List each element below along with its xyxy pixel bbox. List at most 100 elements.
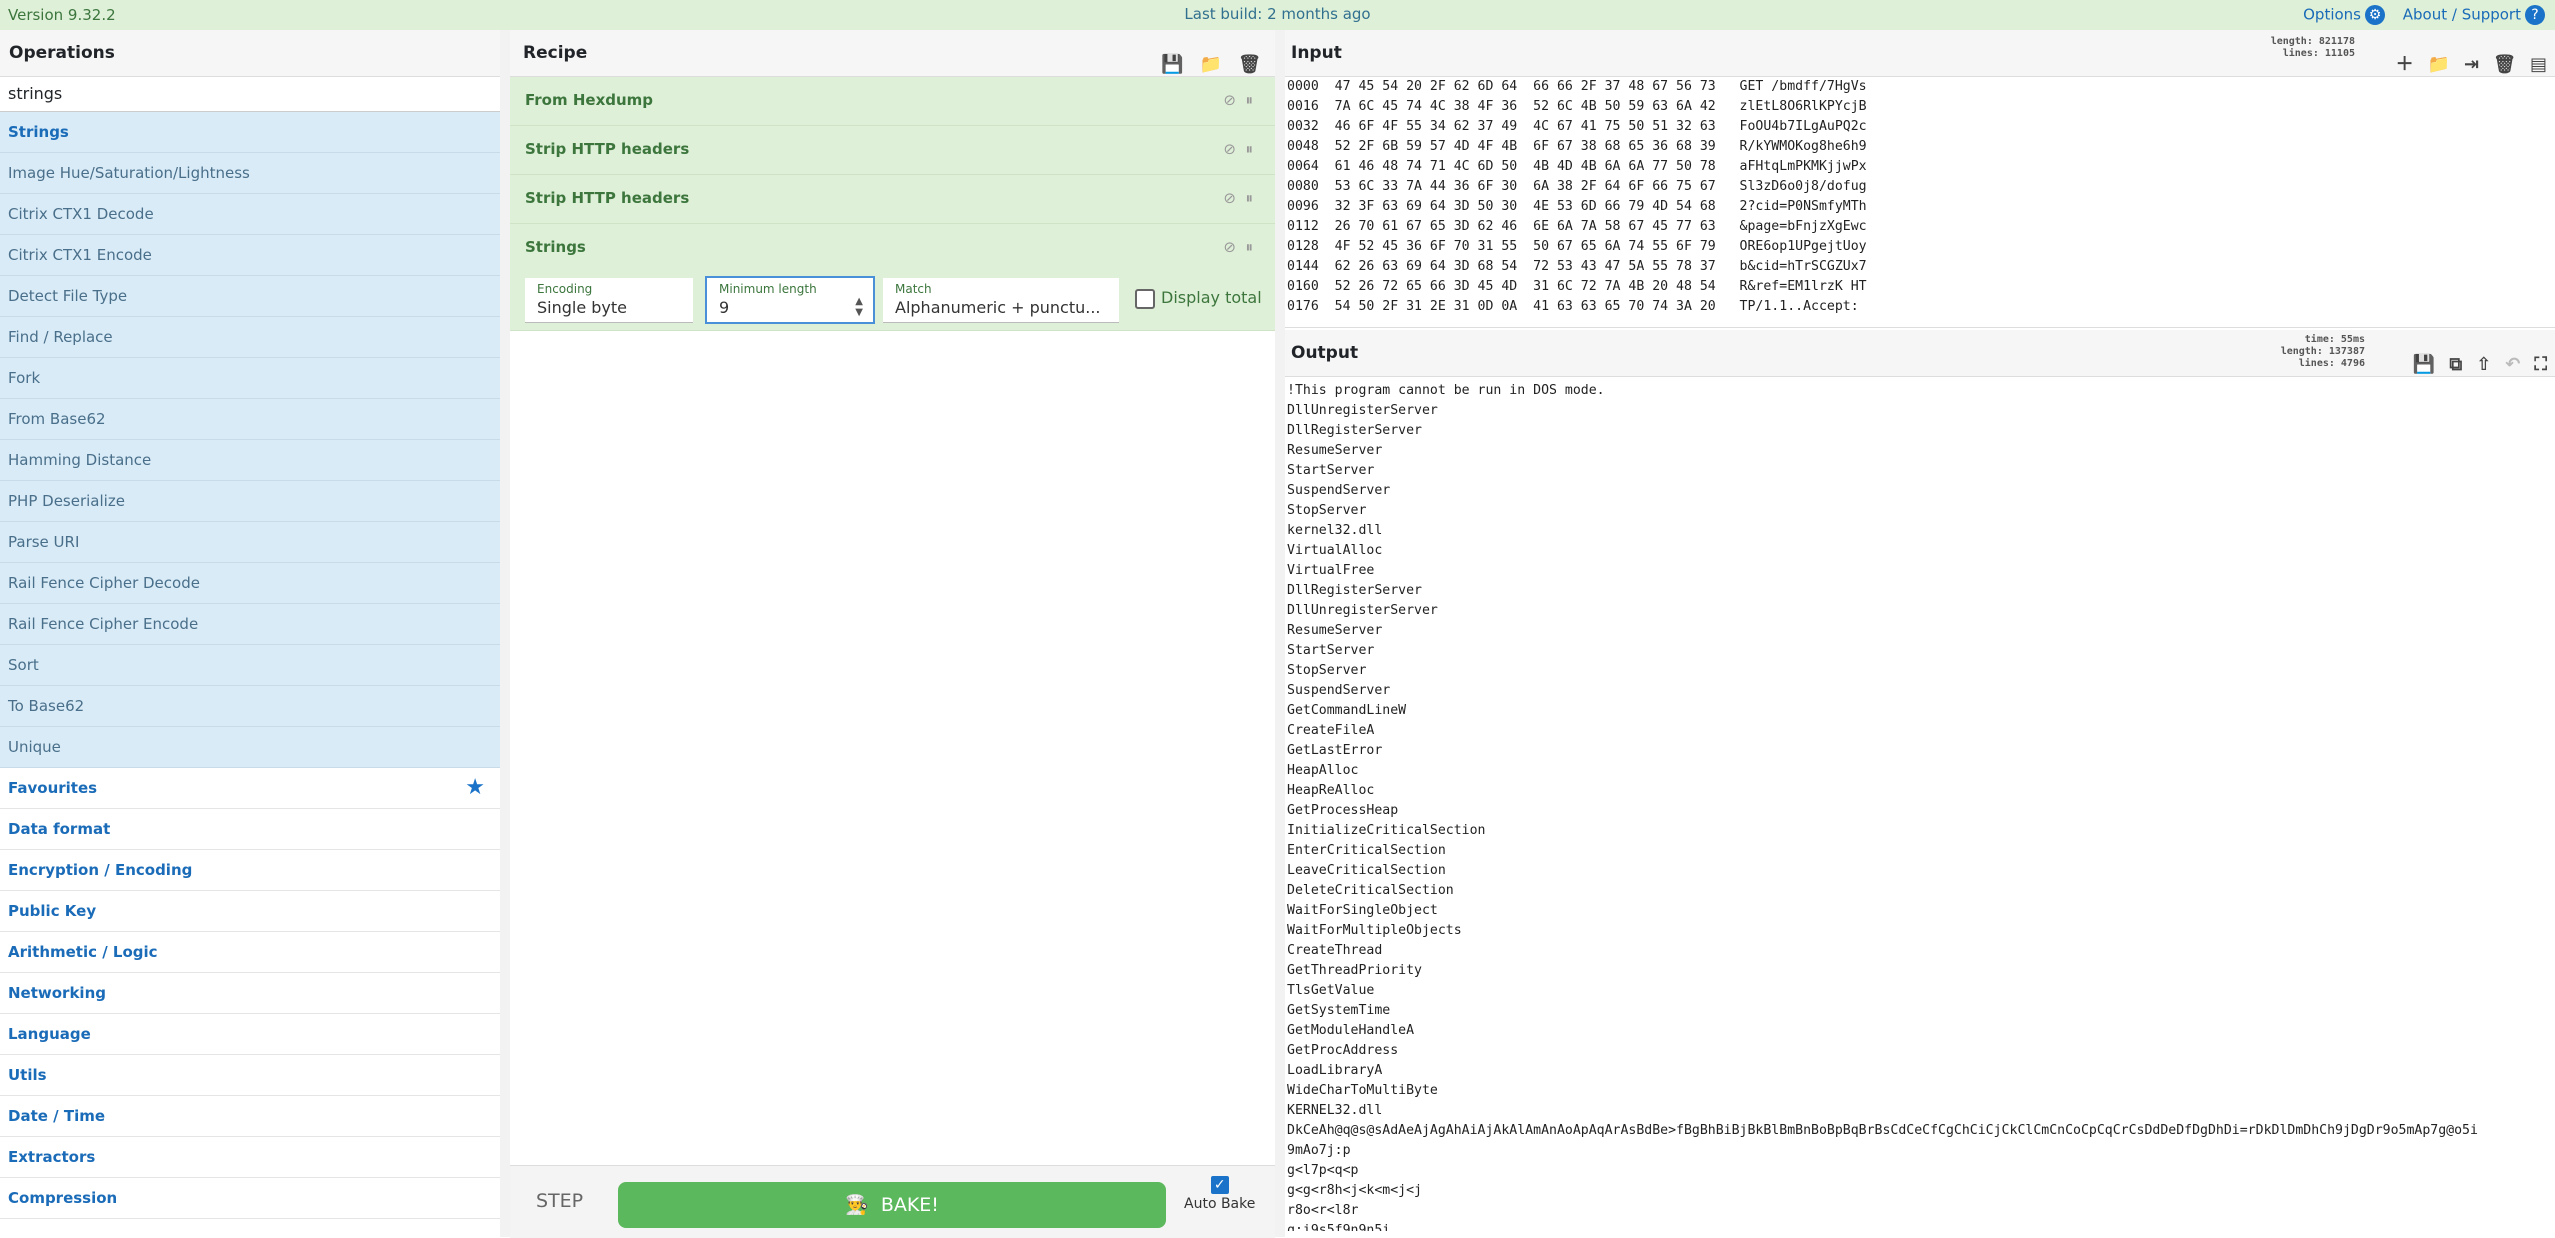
trash-icon[interactable]: 🗑 [1238,54,1261,75]
undo-icon[interactable]: ↶ [2505,354,2520,375]
bake-area: STEP 👨‍🍳 BAKE! ✓ Auto Bake [510,1165,1275,1238]
display-total-label: Display total [1161,288,1262,307]
step-button[interactable]: STEP [536,1190,583,1212]
help-icon: ? [2525,5,2545,25]
output-title: Output [1291,343,1359,363]
op-result[interactable]: Citrix CTX1 Decode [0,194,500,235]
gear-icon: ⚙ [2365,5,2385,25]
folder-icon[interactable]: 📁 [1200,54,1222,75]
bake-label: BAKE! [880,1194,939,1216]
op-result[interactable]: Sort [0,645,500,686]
about-label: About / Support [2402,5,2521,24]
op-result[interactable]: Citrix CTX1 Encode [0,235,500,276]
match-value: Alphanumeric + punctu... [895,298,1101,317]
auto-bake-label: Auto Bake [1184,1196,1256,1212]
output-meta: time: 55ms length: 137387 lines: 4796 [2281,334,2365,370]
category-item[interactable]: Encryption / Encoding [0,850,500,891]
category-item[interactable]: Extractors [0,1137,500,1178]
add-icon[interactable]: ＋ [2396,54,2414,75]
input-textarea[interactable]: 0000 47 45 54 20 2F 62 6D 64 66 66 2F 37… [1285,77,2555,328]
op-result[interactable]: Rail Fence Cipher Decode [0,563,500,604]
category-item[interactable]: Data format [0,809,500,850]
options-button[interactable]: Options ⚙ [2303,5,2385,25]
disable-pause-icons[interactable]: ⊘ ⏸ [1223,91,1253,109]
op-result-strings[interactable]: Strings [0,112,500,153]
category-item[interactable]: Public Key [0,891,500,932]
input-meta: length: 821178 lines: 11105 [2271,36,2355,60]
star-icon: ★ [465,775,485,800]
trash-icon[interactable]: 🗑 [2493,54,2516,75]
recipe-op-name: Strings [525,238,586,256]
recipe-op-strings[interactable]: Strings ⊘ ⏸ Encoding Single byte Minimum l… [510,224,1275,331]
op-result[interactable]: Find / Replace [0,317,500,358]
op-result[interactable]: Fork [0,358,500,399]
io-panel: Input length: 821178 lines: 11105 ＋ 📁 ⇥ 🗑 ▤ 0… [1285,30,2555,1237]
display-total-checkbox[interactable]: Display total [1135,288,1262,309]
category-favourites[interactable]: Favourites ★ [0,768,500,809]
category-item[interactable]: Compression [0,1178,500,1219]
output-text[interactable]: !This program cannot be run in DOS mode.… [1285,377,2555,1231]
op-result[interactable]: Unique [0,727,500,768]
op-result[interactable]: Detect File Type [0,276,500,317]
op-result[interactable]: From Base62 [0,399,500,440]
stepper-icon[interactable]: ▲ ▼ [855,296,863,318]
op-result[interactable]: Rail Fence Cipher Encode [0,604,500,645]
disable-pause-icons[interactable]: ⊘ ⏸ [1223,238,1253,256]
minlen-value: 9 [719,298,730,317]
recipe-op[interactable]: From Hexdump ⊘ ⏸ [510,77,1275,126]
about-support-button[interactable]: About / Support? [2403,5,2545,25]
match-select[interactable]: Match Alphanumeric + punctu... [883,278,1119,323]
minlen-label: Minimum length [719,282,817,296]
save-icon[interactable]: 💾 [1161,54,1183,75]
category-item[interactable]: Arithmetic / Logic [0,932,500,973]
op-result[interactable]: Hamming Distance [0,440,500,481]
op-result[interactable]: To Base62 [0,686,500,727]
recipe-title: Recipe 💾 📁 🗑 [510,30,1275,77]
last-build-label: Last build: 2 months ago [1184,5,1371,23]
category-item[interactable]: Date / Time [0,1096,500,1137]
replace-input-icon[interactable]: ⇧ [2476,354,2491,375]
operations-title: Operations [0,30,500,77]
copy-icon[interactable]: ⧉ [2449,354,2462,375]
encoding-label: Encoding [537,282,593,296]
recipe-op[interactable]: Strip HTTP headers ⊘ ⏸ [510,126,1275,175]
input-lines: lines: 11105 [2282,48,2355,59]
bake-button[interactable]: 👨‍🍳 BAKE! [618,1182,1166,1228]
match-label: Match [895,282,932,296]
op-result[interactable]: Parse URI [0,522,500,563]
save-icon[interactable]: 💾 [2413,354,2435,375]
input-title-bar: Input length: 821178 lines: 11105 ＋ 📁 ⇥ 🗑 ▤ [1285,30,2555,77]
input-title: Input [1291,43,1342,63]
input-length: length: 821178 [2270,36,2355,47]
output-title-bar: Output time: 55ms length: 137387 lines: 47… [1285,330,2555,377]
panel-splitter[interactable] [500,30,510,1237]
disable-pause-icons[interactable]: ⊘ ⏸ [1223,140,1253,158]
recipe-op-name: From Hexdump [525,91,654,109]
recipe-op-name: Strip HTTP headers [525,140,690,158]
checkbox-box [1135,288,1155,309]
chef-icon: 👨‍🍳 [845,1194,869,1216]
category-item[interactable]: Language [0,1014,500,1055]
check-icon: ✓ [1210,1176,1229,1194]
panel-splitter[interactable] [1275,30,1285,1237]
category-item[interactable]: Networking [0,973,500,1014]
options-label: Options [2303,5,2361,24]
minimum-length-input[interactable]: Minimum length 9 ▲ ▼ [705,276,875,324]
category-label: Favourites [8,779,98,797]
maximise-icon[interactable]: ⛶ [2534,354,2547,375]
op-result[interactable]: PHP Deserialize [0,481,500,522]
operations-search-input[interactable]: strings [0,77,500,112]
op-result[interactable]: Image Hue/Saturation/Lightness [0,153,500,194]
output-time: time: 55ms [2304,334,2365,345]
layout-icon[interactable]: ▤ [2530,54,2547,75]
recipe-op[interactable]: Strip HTTP headers ⊘ ⏸ [510,175,1275,224]
operations-panel: Operations strings Strings Image Hue/Sat… [0,30,501,1237]
output-lines: lines: 4796 [2298,358,2365,369]
auto-bake-checkbox[interactable]: ✓ Auto Bake [1184,1176,1255,1212]
encoding-value: Single byte [537,298,628,317]
open-file-icon[interactable]: ⇥ [2464,54,2479,75]
encoding-select[interactable]: Encoding Single byte [525,278,693,323]
disable-pause-icons[interactable]: ⊘ ⏸ [1223,189,1253,207]
category-item[interactable]: Utils [0,1055,500,1096]
open-folder-icon[interactable]: 📁 [2428,54,2450,75]
